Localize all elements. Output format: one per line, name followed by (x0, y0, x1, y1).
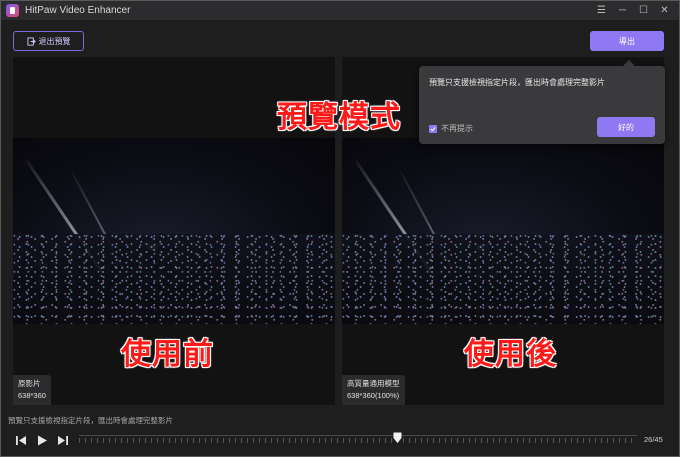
next-frame-icon (58, 435, 68, 445)
enhanced-resolution: 638*360(100%) (347, 391, 400, 400)
toolbar: 退出預覽 導出 (1, 20, 679, 57)
enhanced-info: 高質量通用模型 638*360(100%) (342, 375, 405, 405)
original-video-frame (13, 138, 335, 324)
preview-hint: 預覽只支援檢視指定片段，匯出時會處理完整影片 (8, 416, 173, 425)
playback-controls (14, 434, 70, 446)
enhanced-video-frame (342, 138, 664, 324)
app-logo-icon (6, 4, 19, 17)
preview-mode-overlay-label: 預覽模式 (277, 100, 401, 135)
maximize-icon[interactable]: ☐ (633, 1, 654, 20)
original-name: 原影片 (18, 379, 41, 388)
play-icon (38, 435, 47, 445)
export-button[interactable]: 導出 (590, 31, 664, 51)
after-overlay-label: 使用後 (464, 337, 557, 372)
original-info: 原影片 638*360 (13, 375, 51, 405)
next-frame-button[interactable] (56, 434, 70, 446)
exit-preview-label: 退出預覽 (38, 36, 71, 46)
close-icon[interactable]: ✕ (654, 1, 675, 20)
playhead-icon (393, 432, 402, 443)
previous-frame-button[interactable] (14, 434, 28, 446)
exit-preview-button[interactable]: 退出預覽 (13, 31, 84, 51)
original-resolution: 638*360 (18, 391, 46, 400)
frame-counter: 26/45 (644, 435, 663, 444)
crowd-lights (342, 234, 664, 324)
app-title: HitPaw Video Enhancer (25, 5, 131, 16)
timeline-ticks (79, 438, 637, 443)
dont-show-again-checkbox[interactable]: 不再提示 (429, 123, 473, 134)
app-window: HitPaw Video Enhancer ☰ ─ ☐ ✕ 退出預覽 導出 使用… (0, 0, 680, 457)
previous-frame-icon (16, 435, 26, 445)
playback-bar: 預覽只支援檢視指定片段，匯出時會處理完整影片 26/45 (1, 405, 679, 456)
minimize-icon[interactable]: ─ (612, 1, 633, 20)
exit-icon (26, 36, 36, 46)
popup-message: 預覽只支援檢視指定片段，匯出時會處理完整影片 (429, 78, 605, 87)
window-controls: ☰ ─ ☐ ✕ (591, 1, 675, 20)
model-name: 高質量通用模型 (347, 379, 400, 388)
checkbox-label: 不再提示 (441, 124, 473, 133)
timeline-scrubber[interactable] (79, 432, 637, 445)
ok-button[interactable]: 好的 (597, 117, 655, 137)
playhead-handle[interactable] (393, 431, 402, 443)
menu-icon[interactable]: ☰ (591, 1, 612, 20)
preview-tip-popup: 預覽只支援檢視指定片段，匯出時會處理完整影片 不再提示 好的 (419, 60, 665, 144)
crowd-lights (13, 234, 335, 324)
title-bar: HitPaw Video Enhancer ☰ ─ ☐ ✕ (1, 1, 679, 20)
before-overlay-label: 使用前 (121, 337, 214, 372)
checkbox-checked-icon[interactable] (429, 124, 437, 133)
play-button[interactable] (35, 434, 49, 446)
